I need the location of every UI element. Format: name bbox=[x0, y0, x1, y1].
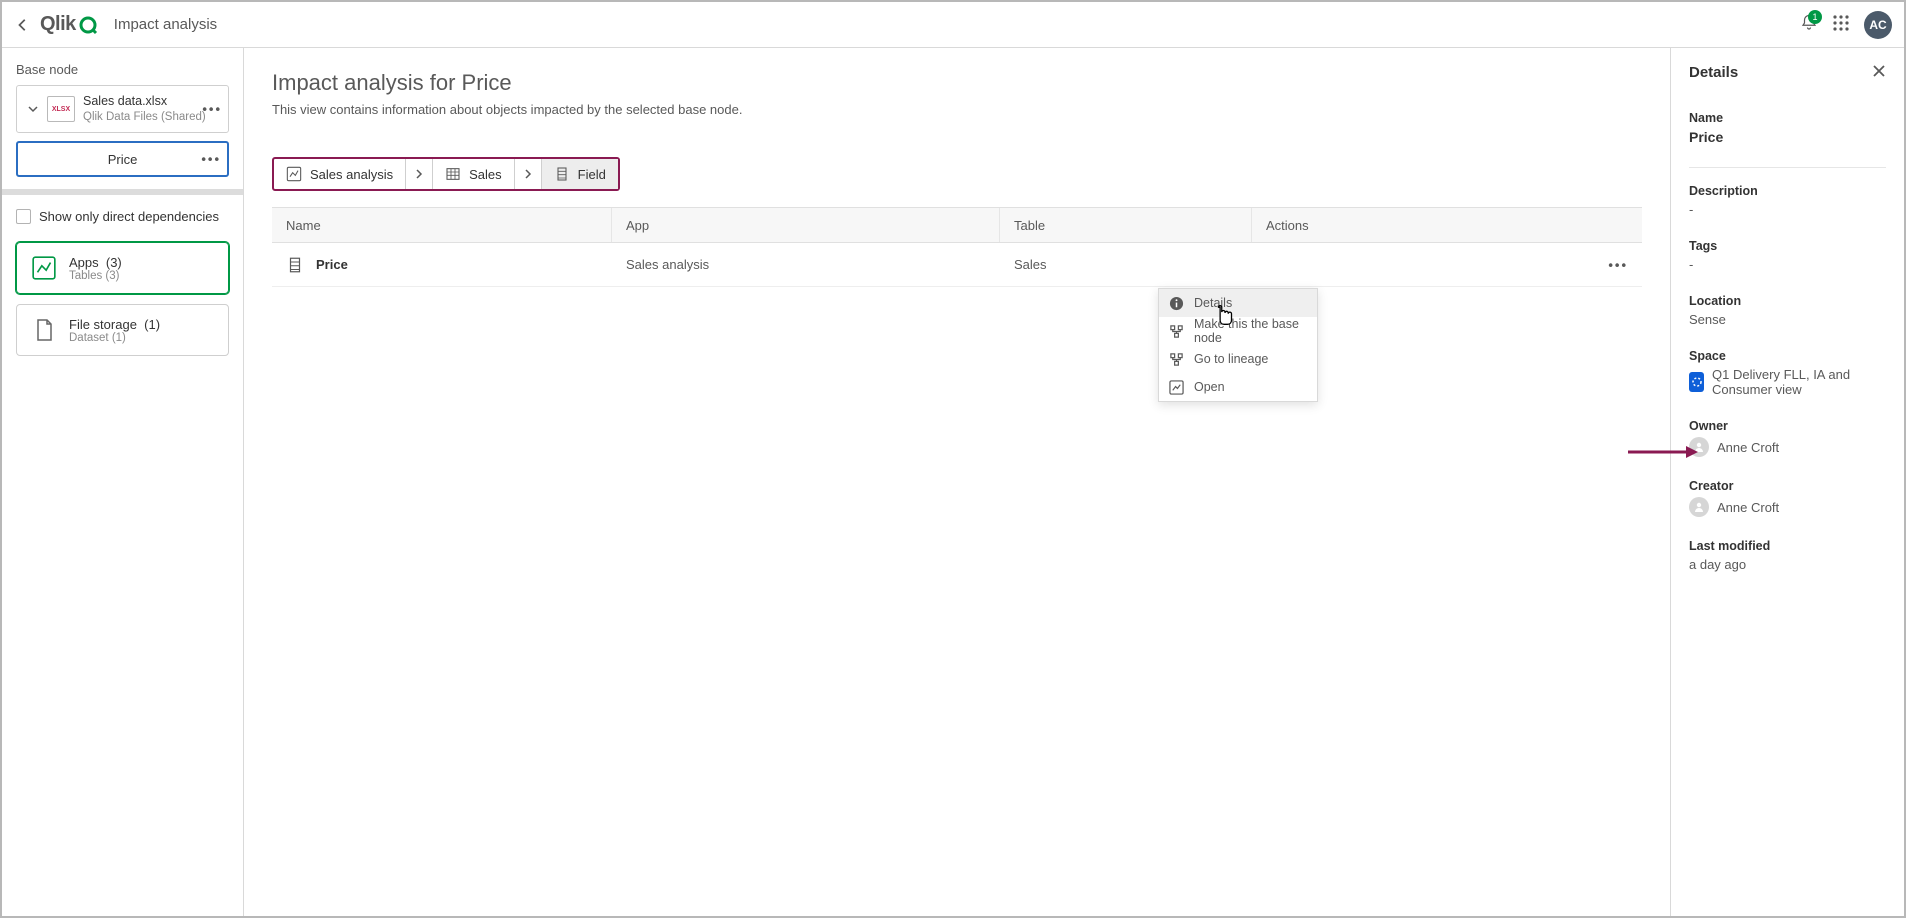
chart-app-icon bbox=[286, 166, 302, 182]
chart-app-icon bbox=[1169, 380, 1184, 395]
field-icon bbox=[554, 166, 570, 182]
filter-file-count: (1) bbox=[144, 317, 160, 332]
close-button[interactable] bbox=[1872, 64, 1886, 81]
context-menu: Details Make this the base node Go to li… bbox=[1158, 288, 1318, 402]
logo[interactable]: Qlik bbox=[40, 13, 98, 36]
table-icon bbox=[445, 166, 461, 182]
detail-value-tags: - bbox=[1689, 257, 1886, 272]
breadcrumb: Sales analysis Sales Field bbox=[272, 157, 620, 191]
checkbox-icon bbox=[16, 209, 31, 224]
notifications-button[interactable]: 1 bbox=[1800, 14, 1818, 35]
expand-toggle[interactable] bbox=[27, 103, 39, 115]
app-grid-icon bbox=[1832, 14, 1850, 32]
detail-value-location: Sense bbox=[1689, 312, 1886, 327]
annotation-arrow-icon bbox=[1628, 444, 1698, 460]
table-row[interactable]: Price Sales analysis Sales ••• bbox=[272, 243, 1642, 287]
detail-label-owner: Owner bbox=[1689, 419, 1886, 433]
file-icon bbox=[32, 318, 56, 342]
selected-field-chip[interactable]: Price ••• bbox=[16, 141, 229, 177]
sidebar: Base node XLSX Sales data.xlsx Qlik Data… bbox=[2, 48, 244, 916]
details-panel: Details Name Price Description - Tags - … bbox=[1670, 48, 1904, 916]
detail-label-space: Space bbox=[1689, 349, 1886, 363]
detail-value-lastmod: a day ago bbox=[1689, 557, 1886, 572]
breadcrumb-sales[interactable]: Sales bbox=[433, 159, 515, 189]
filter-apps-sub: Tables (3) bbox=[69, 270, 122, 282]
heading: Impact analysis for Price bbox=[272, 70, 1642, 96]
direct-deps-label: Show only direct dependencies bbox=[39, 209, 219, 224]
base-node-card[interactable]: XLSX Sales data.xlsx Qlik Data Files (Sh… bbox=[16, 85, 229, 133]
filter-file-storage[interactable]: File storage (1) Dataset (1) bbox=[16, 304, 229, 356]
ctx-label: Make this the base node bbox=[1194, 317, 1307, 345]
ctx-item-open[interactable]: Open bbox=[1159, 373, 1317, 401]
lineage-icon bbox=[1169, 352, 1184, 367]
filter-apps-count: (3) bbox=[106, 255, 122, 270]
detail-value-creator: Anne Croft bbox=[1717, 500, 1779, 515]
direct-deps-checkbox[interactable]: Show only direct dependencies bbox=[16, 209, 229, 224]
app-launcher-button[interactable] bbox=[1832, 14, 1850, 35]
page-title: Impact analysis bbox=[114, 16, 217, 33]
detail-label-creator: Creator bbox=[1689, 479, 1886, 493]
detail-label-tags: Tags bbox=[1689, 239, 1886, 253]
ctx-item-make-base[interactable]: Make this the base node bbox=[1159, 317, 1317, 345]
info-icon bbox=[1169, 296, 1184, 311]
center-pane: Impact analysis for Price This view cont… bbox=[244, 48, 1670, 916]
notification-badge: 1 bbox=[1808, 10, 1822, 24]
filter-file-title: File storage bbox=[69, 317, 137, 332]
ctx-label: Details bbox=[1194, 296, 1232, 310]
chevron-right-icon bbox=[515, 159, 542, 189]
node-subtitle: Qlik Data Files (Shared) bbox=[83, 110, 206, 124]
breadcrumb-label: Field bbox=[578, 167, 606, 182]
chevron-right-icon bbox=[406, 159, 433, 189]
base-node-label: Base node bbox=[16, 62, 229, 77]
detail-value-space: Q1 Delivery FLL, IA and Consumer view bbox=[1712, 367, 1886, 397]
detail-label-location: Location bbox=[1689, 294, 1886, 308]
field-name: Price bbox=[108, 152, 138, 167]
row-name: Price bbox=[316, 257, 348, 272]
filter-apps-title: Apps bbox=[69, 255, 99, 270]
breadcrumb-field[interactable]: Field bbox=[542, 159, 618, 189]
xlsx-icon: XLSX bbox=[47, 96, 75, 122]
field-more-button[interactable]: ••• bbox=[201, 152, 221, 167]
person-icon bbox=[1689, 497, 1709, 517]
close-icon bbox=[1872, 64, 1886, 78]
filter-file-sub: Dataset (1) bbox=[69, 332, 160, 344]
node-title: Sales data.xlsx bbox=[83, 94, 206, 110]
details-title: Details bbox=[1689, 64, 1738, 81]
detail-value-description: - bbox=[1689, 202, 1886, 217]
breadcrumb-sales-analysis[interactable]: Sales analysis bbox=[274, 159, 406, 189]
description: This view contains information about obj… bbox=[272, 102, 1642, 117]
detail-label-name: Name bbox=[1689, 111, 1886, 125]
field-icon bbox=[286, 256, 304, 274]
detail-label-description: Description bbox=[1689, 184, 1886, 198]
filter-apps[interactable]: Apps (3) Tables (3) bbox=[16, 242, 229, 294]
user-avatar[interactable]: AC bbox=[1864, 11, 1892, 39]
detail-label-lastmod: Last modified bbox=[1689, 539, 1886, 553]
node-more-button[interactable]: ••• bbox=[202, 102, 222, 117]
ctx-item-lineage[interactable]: Go to lineage bbox=[1159, 345, 1317, 373]
breadcrumb-label: Sales analysis bbox=[310, 167, 393, 182]
row-actions-button[interactable]: ••• bbox=[1608, 257, 1628, 272]
breadcrumb-label: Sales bbox=[469, 167, 502, 182]
ctx-label: Open bbox=[1194, 380, 1225, 394]
lineage-icon bbox=[1169, 324, 1184, 339]
row-app: Sales analysis bbox=[612, 257, 1000, 272]
results-table: Name App Table Actions Price Sales analy… bbox=[272, 207, 1642, 287]
column-header-name[interactable]: Name bbox=[272, 208, 612, 242]
logo-text: Qlik bbox=[40, 13, 76, 36]
logo-swoosh-icon bbox=[78, 15, 98, 35]
column-header-actions: Actions bbox=[1252, 208, 1642, 242]
ctx-item-details[interactable]: Details bbox=[1159, 289, 1317, 317]
chart-app-icon bbox=[31, 255, 57, 281]
topbar: Qlik Impact analysis 1 AC bbox=[2, 2, 1904, 48]
space-icon bbox=[1689, 372, 1704, 392]
detail-value-name: Price bbox=[1689, 129, 1886, 145]
ctx-label: Go to lineage bbox=[1194, 352, 1268, 366]
chevron-down-icon bbox=[27, 103, 39, 115]
detail-value-owner: Anne Croft bbox=[1717, 440, 1779, 455]
column-header-app[interactable]: App bbox=[612, 208, 1000, 242]
row-table: Sales bbox=[1000, 257, 1252, 272]
column-header-table[interactable]: Table bbox=[1000, 208, 1252, 242]
divider bbox=[1689, 167, 1886, 168]
back-button[interactable] bbox=[14, 16, 32, 34]
